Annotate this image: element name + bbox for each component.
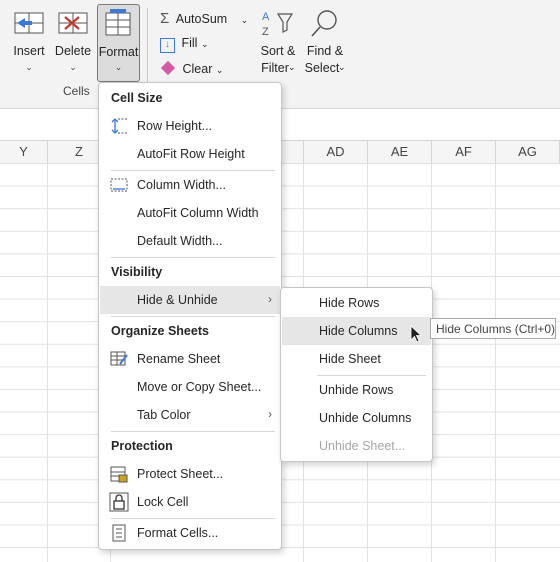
hide-sheet-item[interactable]: Hide Sheet (282, 345, 431, 373)
fill-button[interactable]: ↓ Fill ⌄ (160, 36, 208, 53)
lock-cell-item[interactable]: Lock Cell (100, 488, 280, 516)
grid-line (47, 163, 48, 562)
insert-label: Insert (13, 44, 45, 58)
find-label-1: Find & (306, 44, 344, 58)
magnifier-icon (311, 10, 337, 37)
row-height-item[interactable]: Row Height... (100, 112, 280, 140)
protect-sheet-label: Protect Sheet... (137, 467, 224, 481)
mouse-cursor-icon (410, 325, 423, 343)
rename-sheet-icon (110, 351, 128, 366)
chevron-right-icon: › (268, 292, 272, 306)
chevron-down-icon: ⌄ (288, 62, 296, 72)
autofit-column-width-label: AutoFit Column Width (137, 206, 259, 220)
row-height-icon (111, 118, 128, 134)
column-width-item[interactable]: Column Width... (100, 171, 280, 199)
column-header[interactable]: Y (0, 141, 48, 163)
insert-cells-icon (14, 12, 44, 34)
delete-button[interactable]: Delete ⌄ (52, 6, 94, 78)
row-height-label: Row Height... (137, 119, 213, 133)
default-width-label: Default Width... (137, 234, 223, 248)
hide-unhide-submenu: Hide Rows Hide Columns Hide Sheet Unhide… (280, 287, 433, 462)
lock-icon (109, 492, 129, 512)
hide-unhide-item[interactable]: Hide & Unhide › (100, 286, 280, 314)
cells-group-label: Cells (63, 84, 90, 98)
chevron-down-icon: ⌄ (69, 62, 77, 72)
format-cells-icon (105, 9, 131, 36)
unhide-rows-label: Unhide Rows (319, 383, 394, 397)
autosum-label: AutoSum (175, 12, 228, 26)
chevron-down-icon: ⌄ (114, 62, 123, 72)
sigma-icon: Σ (160, 10, 170, 27)
unhide-columns-label: Unhide Columns (319, 411, 412, 425)
default-width-item[interactable]: Default Width... (100, 227, 280, 255)
sort-filter-icon: A Z (262, 11, 294, 38)
rename-sheet-label: Rename Sheet (137, 352, 221, 366)
menu-separator (111, 257, 275, 258)
move-copy-sheet-item[interactable]: Move or Copy Sheet... (100, 373, 280, 401)
autofit-row-height-item[interactable]: AutoFit Row Height (100, 140, 280, 168)
autofit-row-height-label: AutoFit Row Height (137, 147, 245, 161)
chevron-down-icon: ⌄ (200, 39, 209, 49)
unhide-sheet-label: Unhide Sheet... (319, 439, 406, 453)
find-select-button[interactable]: Find & Select ⌄ (302, 6, 348, 78)
visibility-header: Visibility (111, 265, 163, 279)
column-header[interactable]: AG (496, 141, 560, 163)
unhide-sheet-item[interactable]: Unhide Sheet... (282, 432, 431, 460)
hide-rows-item[interactable]: Hide Rows (282, 289, 431, 317)
protection-header: Protection (111, 439, 173, 453)
column-width-label: Column Width... (137, 178, 226, 192)
sort-label-1: Sort & (260, 44, 296, 58)
menu-separator (111, 316, 275, 317)
hide-columns-label: Hide Columns (319, 324, 398, 338)
svg-text:Z: Z (262, 26, 269, 38)
column-width-icon (110, 178, 128, 192)
format-label: Format (98, 45, 139, 59)
delete-cells-icon (58, 12, 88, 34)
chevron-down-icon: ⌄ (25, 62, 33, 72)
fill-down-icon: ↓ (160, 38, 175, 53)
menu-separator (111, 431, 275, 432)
hide-unhide-label: Hide & Unhide (137, 293, 218, 307)
sort-filter-button[interactable]: A Z Sort & Filter ⌄ (255, 6, 301, 78)
autosum-button[interactable]: Σ AutoSum ⌄ (160, 10, 248, 27)
chevron-right-icon: › (268, 407, 272, 421)
autofit-column-width-item[interactable]: AutoFit Column Width (100, 199, 280, 227)
clear-label: Clear (182, 62, 213, 76)
tooltip: Hide Columns (Ctrl+0) (430, 318, 556, 339)
organize-sheets-header: Organize Sheets (111, 324, 209, 338)
column-header[interactable]: AF (432, 141, 496, 163)
move-copy-sheet-label: Move or Copy Sheet... (137, 380, 262, 394)
format-button[interactable]: Format ⌄ (97, 4, 140, 82)
hide-rows-label: Hide Rows (319, 296, 380, 310)
hide-sheet-label: Hide Sheet (319, 352, 381, 366)
svg-text:A: A (262, 11, 270, 23)
rename-sheet-item[interactable]: Rename Sheet (100, 345, 280, 373)
protect-sheet-item[interactable]: Protect Sheet... (100, 460, 280, 488)
chevron-down-icon: ⌄ (215, 65, 224, 75)
eraser-icon (160, 60, 176, 76)
chevron-down-icon: ⌄ (240, 15, 249, 25)
insert-button[interactable]: Insert ⌄ (8, 6, 50, 78)
format-menu: Cell Size Row Height... AutoFit Row Heig… (98, 82, 282, 550)
format-cells-item[interactable]: Format Cells... (100, 519, 280, 547)
tab-color-label: Tab Color (137, 408, 191, 422)
format-cells-label: Format Cells... (137, 526, 219, 540)
tab-color-item[interactable]: Tab Color › (100, 401, 280, 429)
delete-label: Delete (54, 44, 92, 58)
grid-line (495, 163, 496, 562)
cell-size-header: Cell Size (111, 91, 163, 105)
clear-button[interactable]: Clear ⌄ (160, 60, 224, 76)
protect-sheet-icon (110, 466, 128, 483)
format-cells-dialog-icon (112, 524, 126, 542)
lock-cell-label: Lock Cell (137, 495, 189, 509)
column-header[interactable]: AE (368, 141, 432, 163)
fill-label: Fill (181, 36, 198, 50)
unhide-columns-item[interactable]: Unhide Columns (282, 404, 431, 432)
hide-columns-item[interactable]: Hide Columns (282, 317, 431, 345)
column-header[interactable]: AD (304, 141, 368, 163)
chevron-down-icon: ⌄ (338, 62, 346, 72)
unhide-rows-item[interactable]: Unhide Rows (282, 376, 431, 404)
